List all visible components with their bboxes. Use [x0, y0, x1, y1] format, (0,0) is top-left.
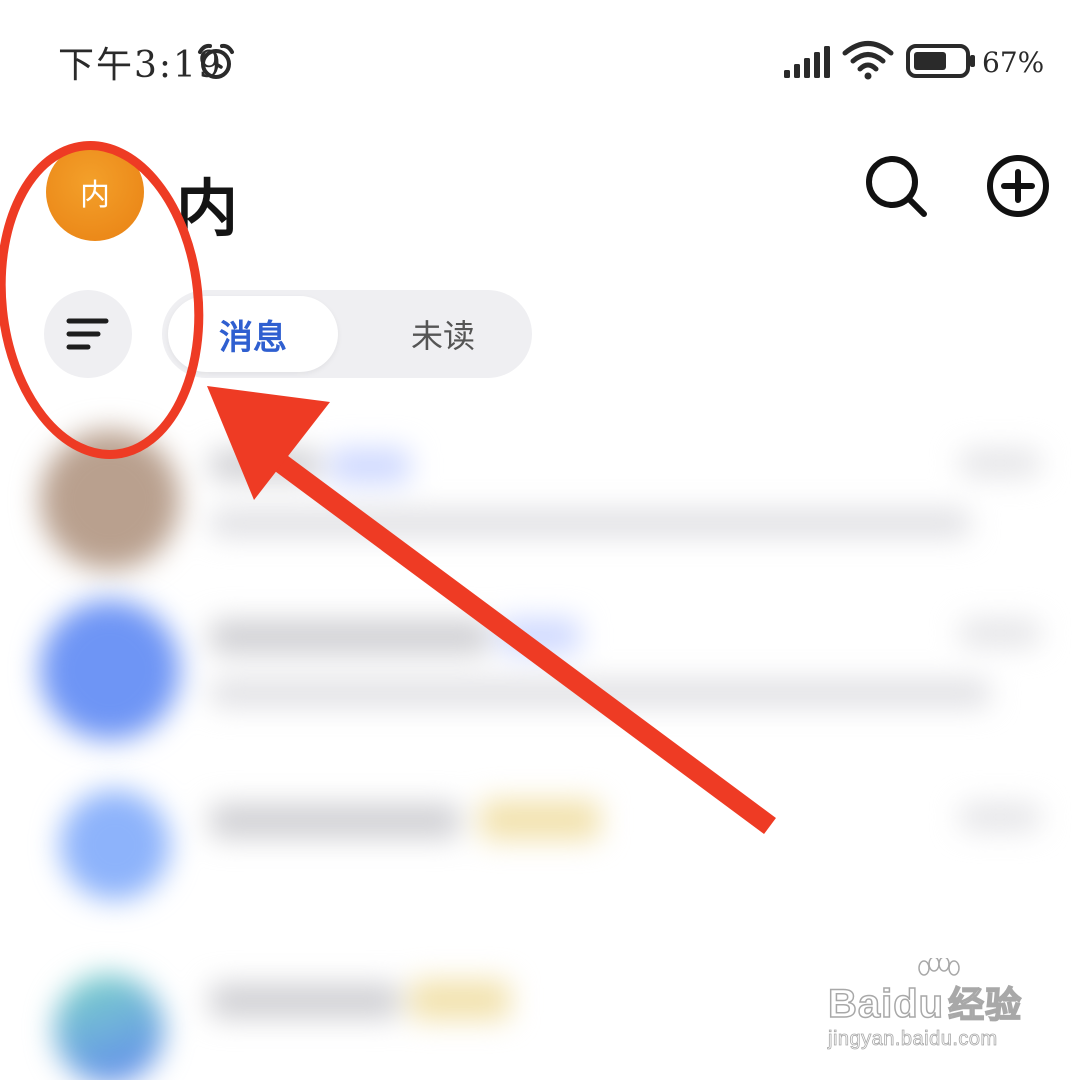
list-line: [210, 450, 320, 480]
signal-icon: [784, 46, 830, 78]
list-line: [960, 804, 1040, 830]
list-line: [960, 620, 1040, 646]
list-tag: [330, 448, 410, 484]
list-avatar: [54, 974, 164, 1080]
list-line: [210, 680, 990, 706]
list-tag: [500, 618, 580, 654]
filter-button[interactable]: [44, 290, 132, 378]
list-line: [210, 804, 460, 838]
search-icon[interactable]: [862, 152, 930, 220]
status-bar: 下午3:19 67%: [0, 0, 1080, 110]
list-line: [210, 620, 490, 654]
tab-unread[interactable]: 未读: [358, 296, 528, 372]
avatar-text: 内: [80, 178, 110, 213]
filter-lines-icon: [66, 318, 109, 350]
list-avatar: [40, 430, 180, 570]
list-item[interactable]: [0, 410, 1080, 580]
wifi-icon: [842, 41, 894, 80]
tab-messages[interactable]: 消息: [168, 296, 338, 372]
watermark: Baidu 经验 jingyan.baidu.com: [827, 958, 1028, 1062]
list-item[interactable]: [0, 580, 1080, 750]
watermark-brand-en: Baidu: [827, 981, 945, 1027]
tab-bar: 消息 未读: [162, 290, 532, 378]
page-title: 内: [176, 172, 239, 245]
watermark-brand-cn: 经验: [947, 983, 1023, 1026]
alarm-icon: [198, 43, 234, 79]
list-line: [210, 984, 400, 1018]
plus-circle-icon[interactable]: [984, 152, 1052, 220]
watermark-url: jingyan.baidu.com: [828, 1028, 998, 1051]
list-avatar: [60, 790, 170, 900]
list-tag: [480, 800, 600, 840]
watermark-brand: Baidu 经验: [827, 976, 1023, 1028]
list-avatar: [40, 600, 180, 740]
list-item[interactable]: [0, 760, 1080, 930]
battery-icon: [906, 44, 975, 78]
battery-percentage: 67%: [982, 46, 1045, 79]
tab-messages-label: 消息: [219, 317, 287, 358]
avatar[interactable]: 内: [46, 143, 144, 241]
tab-unread-label: 未读: [410, 317, 475, 355]
list-line: [210, 510, 970, 536]
list-tag: [410, 980, 510, 1020]
list-line: [960, 450, 1040, 476]
